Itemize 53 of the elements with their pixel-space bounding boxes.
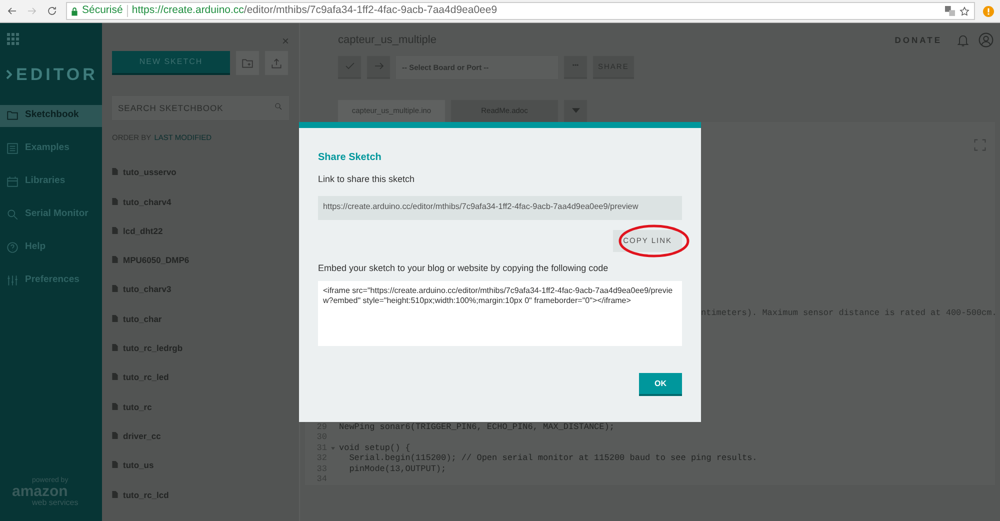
file-icon bbox=[112, 402, 118, 410]
folder-icon bbox=[6, 109, 19, 122]
new-sketch-button[interactable]: NEW SKETCH bbox=[112, 51, 230, 75]
embed-code-field[interactable]: <iframe src="https://create.arduino.cc/editor/mthibs/7c9afa34-1ff2-4fac-9acb-7aa4d9ea0ee9/preview?embed" style="height:510px;width:100%;margin:10px 0" frameborder="0"></iframe> bbox=[318, 281, 682, 346]
folder-plus-icon bbox=[241, 56, 254, 70]
sliders-icon bbox=[6, 274, 19, 287]
close-button[interactable]: × bbox=[282, 31, 289, 51]
file-icon bbox=[112, 344, 118, 352]
reload-icon bbox=[46, 5, 58, 17]
file-icon bbox=[112, 490, 118, 498]
new-folder-button[interactable] bbox=[236, 51, 259, 75]
link-label: Link to share this sketch bbox=[318, 173, 416, 186]
caret-icon bbox=[572, 108, 580, 114]
file-icon bbox=[112, 168, 118, 176]
chevron-icon bbox=[6, 69, 12, 80]
url-text: https://create.arduino.cc/editor/mthibs/7c9afa34-1ff2-4fac-9acb-7aa4d9ea0ee9 bbox=[132, 3, 498, 18]
magnifier-icon bbox=[6, 208, 19, 221]
verify-button[interactable] bbox=[338, 56, 361, 79]
translate-icon[interactable] bbox=[945, 6, 955, 16]
file-icon bbox=[112, 461, 118, 468]
library-icon bbox=[6, 175, 19, 188]
address-bar[interactable]: Sécurisé https://create.arduino.cc/editor/mthibs/7c9afa34-1ff2-4fac-9acb-7aa4d9ea0ee9 bbox=[66, 2, 975, 20]
forward-icon bbox=[26, 5, 38, 17]
file-icon bbox=[112, 373, 118, 380]
file-icon bbox=[112, 198, 118, 205]
tabs-dropdown-button[interactable] bbox=[564, 100, 587, 122]
lock-icon bbox=[71, 6, 78, 16]
warning-icon[interactable] bbox=[983, 6, 994, 16]
list-icon bbox=[6, 142, 19, 155]
search-icon bbox=[274, 102, 283, 111]
user-icon bbox=[978, 32, 994, 48]
bell-icon bbox=[956, 32, 970, 48]
help-icon bbox=[6, 241, 19, 254]
ok-button[interactable]: OK bbox=[639, 373, 682, 396]
star-icon bbox=[959, 6, 970, 16]
dialog-title: Share Sketch bbox=[318, 151, 382, 165]
back-icon bbox=[6, 5, 18, 17]
expand-icon bbox=[973, 138, 987, 152]
file-icon bbox=[112, 314, 118, 322]
file-icon bbox=[112, 285, 118, 292]
link-field[interactable]: https://create.arduino.cc/editor/mthibs/7c9afa34-1ff2-4fac-9acb-7aa4d9ea0ee9/preview bbox=[318, 196, 682, 220]
code-line: NewPing sonar6(TRIGGER_PIN6, ECHO_PIN6, MAX_DISTANCE); bbox=[339, 420, 614, 434]
file-icon bbox=[112, 432, 118, 439]
apps-grid-icon[interactable] bbox=[7, 33, 19, 45]
secure-label: Sécurisé bbox=[82, 3, 123, 18]
upload-icon bbox=[270, 56, 283, 70]
file-icon bbox=[112, 256, 118, 264]
upload-button[interactable] bbox=[265, 51, 288, 75]
editor-logo: EDITOR bbox=[16, 64, 98, 86]
file-icon bbox=[112, 226, 118, 234]
upload-arrow-button[interactable] bbox=[367, 56, 390, 79]
embed-label: Embed your sketch to your blog or website by copying the following code bbox=[318, 262, 610, 275]
code-line: pinMode(13,OUTPUT); bbox=[348, 462, 446, 476]
